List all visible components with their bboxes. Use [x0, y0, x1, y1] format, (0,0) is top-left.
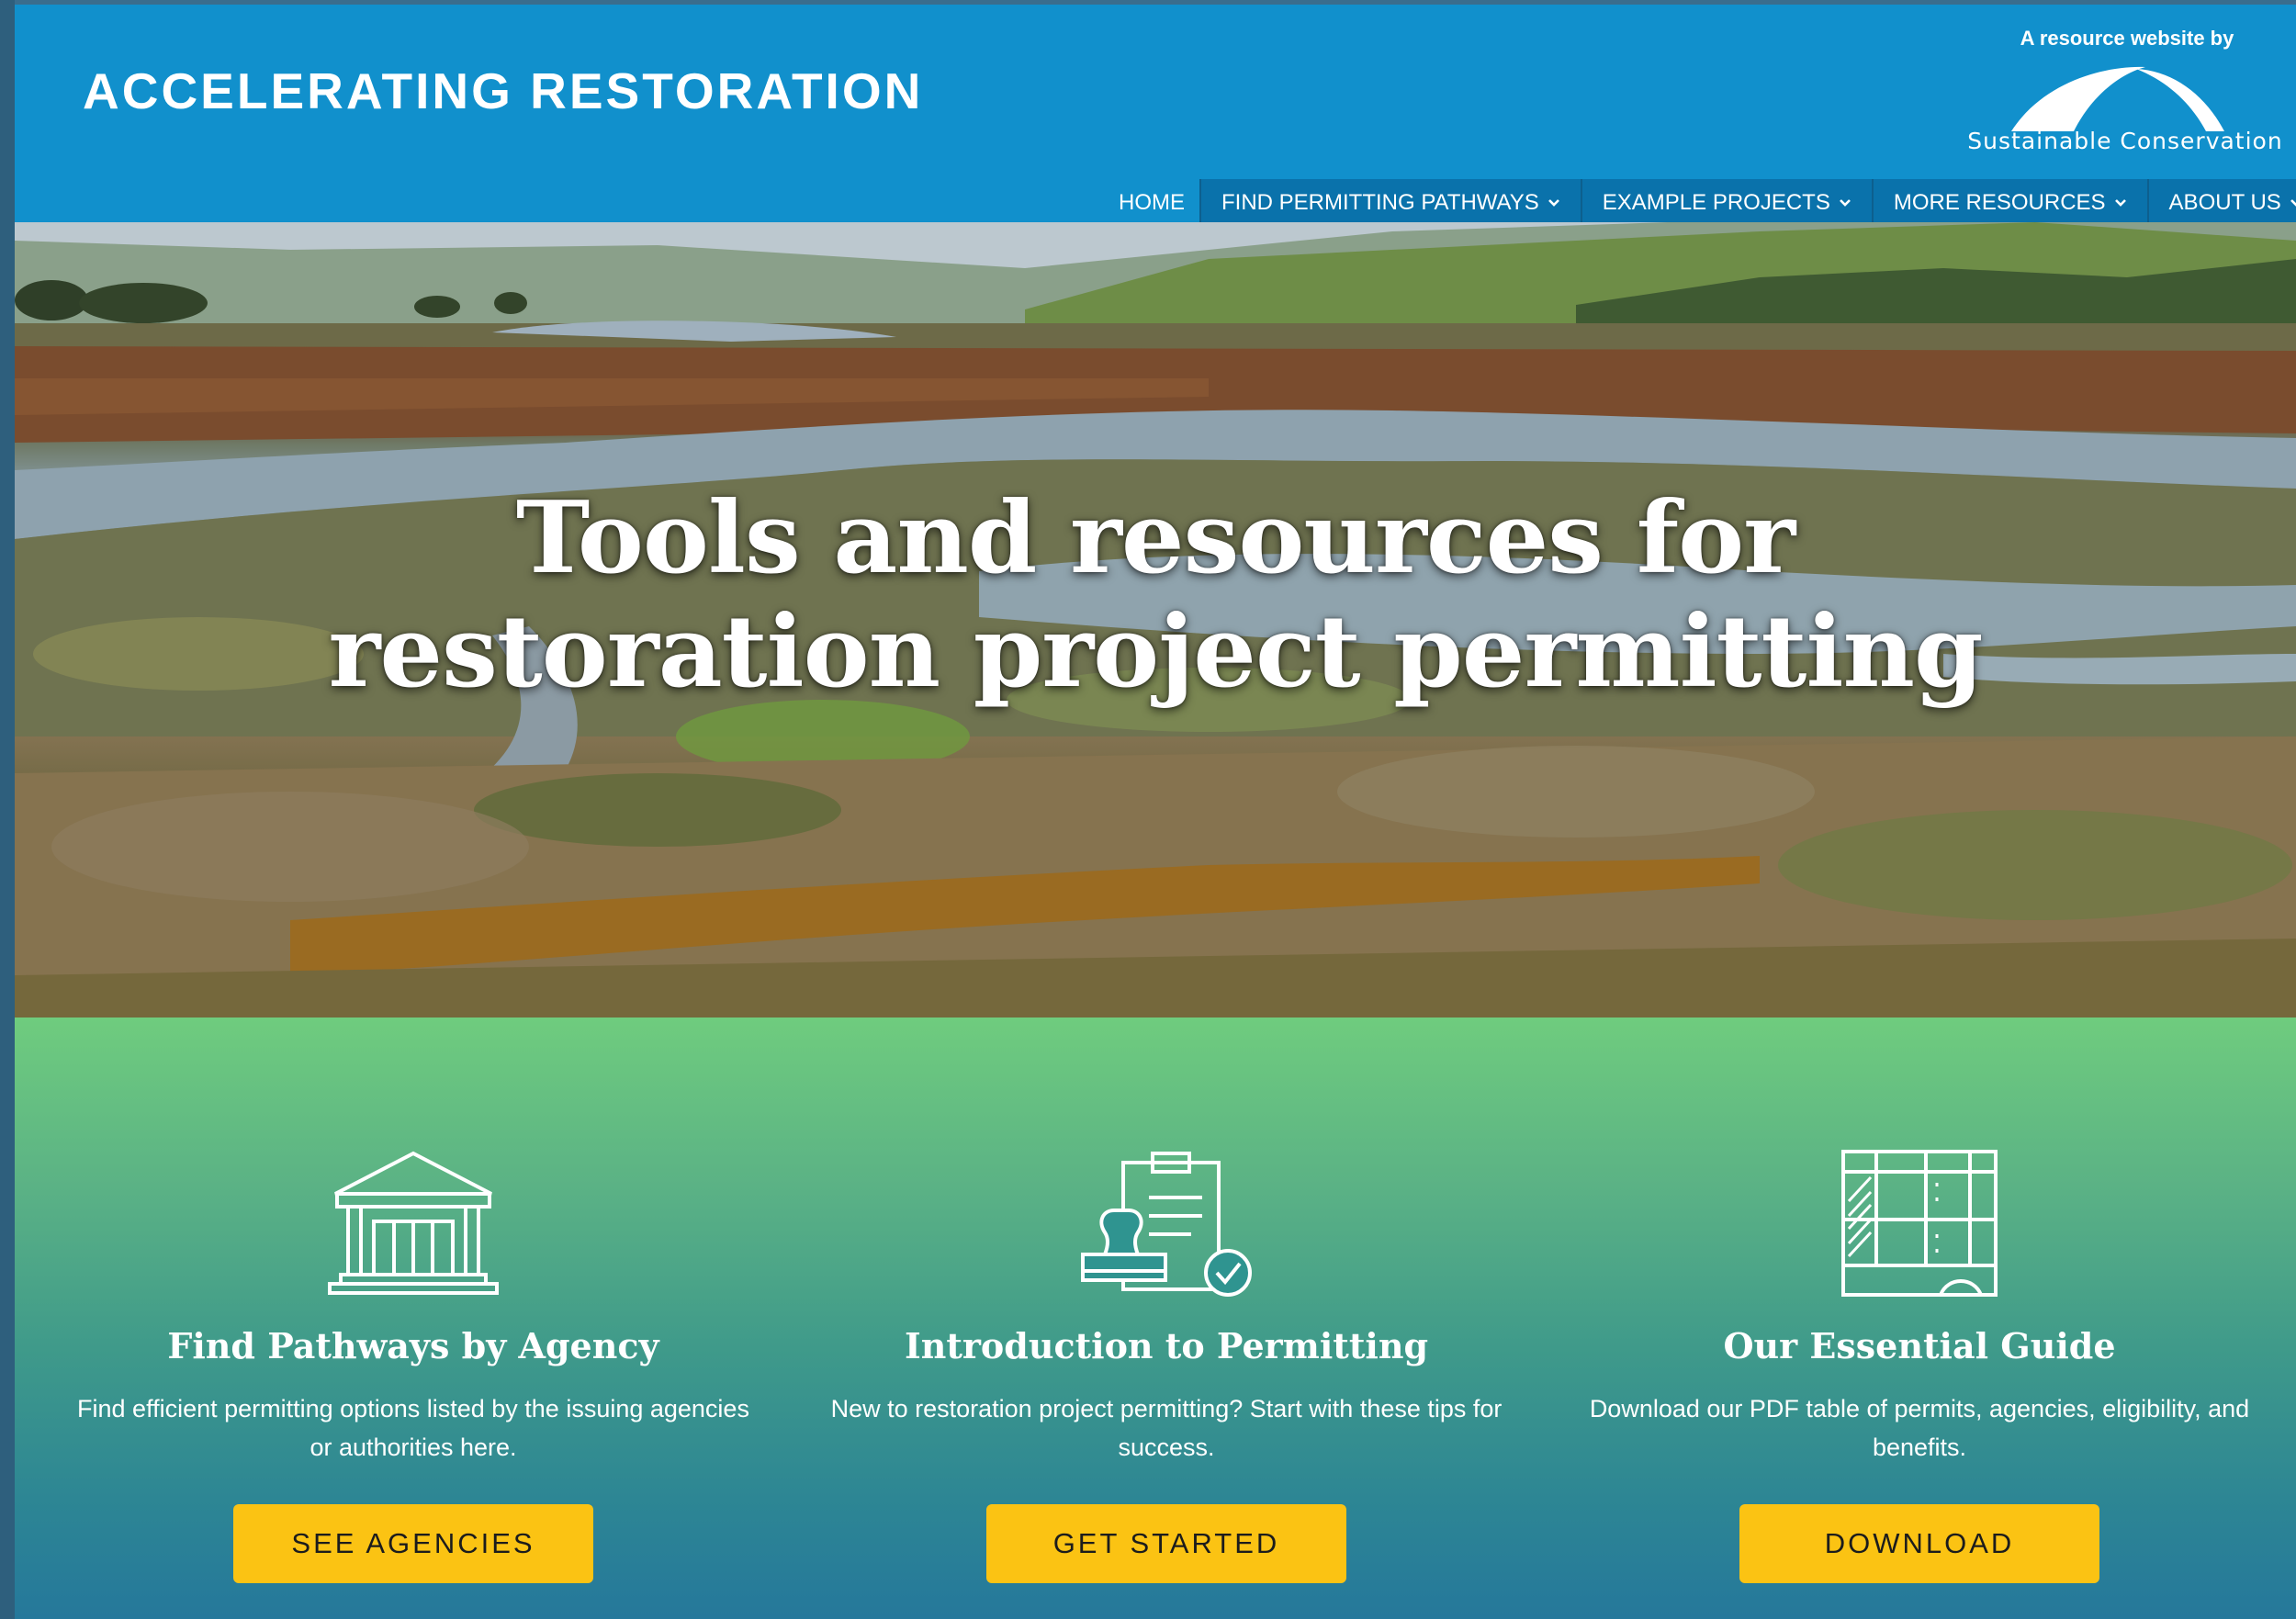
get-started-button[interactable]: GET STARTED: [986, 1504, 1346, 1583]
card-intro-permitting: Introduction to Permitting New to restor…: [790, 1017, 1543, 1619]
card-description: Find efficient permitting options listed…: [77, 1395, 749, 1461]
government-building-icon: [328, 1151, 499, 1295]
permit-stamp-icon: [1081, 1152, 1252, 1297]
page: ACCELERATING RESTORATION A resource webs…: [15, 0, 2296, 1619]
nav-home-label: HOME: [1119, 190, 1185, 215]
logo-name: Sustainable Conservation: [1967, 128, 2283, 154]
nav-find-permitting-pathways[interactable]: FIND PERMITTING PATHWAYS: [1199, 179, 1581, 227]
nav-more-resources[interactable]: MORE RESOURCES: [1871, 179, 2147, 227]
site-header: ACCELERATING RESTORATION A resource webs…: [15, 0, 2296, 227]
main-nav: HOME FIND PERMITTING PATHWAYS EXAMPLE PR…: [1104, 179, 2296, 227]
hero-title-line-2: restoration project permitting: [328, 594, 1983, 710]
chevron-down-icon: [2290, 199, 2296, 207]
window-left-edge: [0, 0, 15, 1619]
hero-banner: Tools and resources for restoration proj…: [15, 222, 2296, 1017]
nav-about-us-label: ABOUT US: [2168, 190, 2281, 215]
table-guide-icon: [1841, 1150, 1998, 1297]
chevron-down-icon: [2114, 199, 2126, 207]
nav-about-us[interactable]: ABOUT US: [2146, 179, 2296, 227]
nav-find-permitting-pathways-label: FIND PERMITTING PATHWAYS: [1221, 190, 1539, 215]
hero-title: Tools and resources for restoration proj…: [15, 481, 2296, 709]
see-agencies-button[interactable]: SEE AGENCIES: [233, 1504, 593, 1583]
hero-title-line-1: Tools and resources for: [515, 480, 1795, 596]
nav-more-resources-label: MORE RESOURCES: [1893, 190, 2106, 215]
nav-example-projects[interactable]: EXAMPLE PROJECTS: [1580, 179, 1872, 227]
card-find-pathways: Find Pathways by Agency Find efficient p…: [37, 1017, 790, 1619]
sustainable-conservation-logo[interactable]: A resource website by Sustainable Conser…: [1960, 21, 2290, 163]
logo-tagline: A resource website by: [2020, 27, 2234, 50]
card-description: Download our PDF table of permits, agenc…: [1589, 1395, 2250, 1461]
chevron-down-icon: [1548, 199, 1559, 207]
nav-home[interactable]: HOME: [1104, 179, 1199, 227]
card-description: New to restoration project permitting? S…: [830, 1395, 1503, 1461]
feature-cards-section: Find Pathways by Agency Find efficient p…: [15, 1017, 2296, 1619]
card-title[interactable]: Find Pathways by Agency: [37, 1325, 790, 1366]
card-title[interactable]: Our Essential Guide: [1543, 1325, 2296, 1366]
download-button[interactable]: DOWNLOAD: [1739, 1504, 2099, 1583]
site-title[interactable]: ACCELERATING RESTORATION: [83, 62, 923, 120]
card-essential-guide: Our Essential Guide Download our PDF tab…: [1543, 1017, 2296, 1619]
card-title[interactable]: Introduction to Permitting: [790, 1325, 1543, 1366]
chevron-down-icon: [1839, 199, 1851, 207]
nav-example-projects-label: EXAMPLE PROJECTS: [1602, 190, 1830, 215]
